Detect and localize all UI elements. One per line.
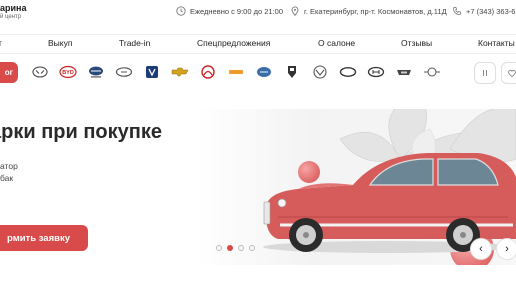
header: арина й центр Ежедневно с 9:00 до 21:00 … [0,0,516,28]
slide-dot-3[interactable] [238,245,244,251]
chevron-left-icon: ‹ [479,243,483,255]
phone-text: +7 (343) 363-6 [466,6,516,16]
nav-item-trade-in[interactable]: Trade-in [119,38,150,48]
nav-item-buyout[interactable]: Выкуп [48,38,72,48]
nav-item-catalog[interactable]: т [0,38,2,48]
address[interactable]: г. Екатеринбург, пр-т. Космонавтов, д.11… [290,6,447,16]
header-divider [0,34,516,35]
chevrolet-icon[interactable] [170,64,190,80]
hawtai-icon[interactable] [310,64,330,80]
prev-slide-button[interactable]: ‹ [470,238,492,260]
hero-benefit-1: атор [0,161,18,171]
catalog-button[interactable]: ог [0,62,18,83]
dongfeng-icon[interactable] [198,64,218,80]
chevron-right-icon: › [505,243,509,255]
nav-divider [0,53,516,54]
favorites-button[interactable] [501,62,516,84]
nav-item-special-offers[interactable]: Спецпредложения [197,38,270,48]
nav-item-contacts[interactable]: Контакты [478,38,515,48]
slide-dot-2[interactable] [227,245,233,251]
slide-dot-4[interactable] [249,245,255,251]
nav-item-reviews[interactable]: Отзывы [401,38,432,48]
location-pin-icon [291,6,299,16]
working-hours-text: Ежедневно с 9:00 до 21:00 [190,6,284,16]
brands-scroll-button[interactable] [474,62,496,84]
changan-icon[interactable] [142,64,162,80]
brilliance-icon[interactable] [86,64,106,80]
hyundai-icon[interactable] [366,64,386,80]
clock-icon [176,6,186,16]
lifan-icon[interactable] [30,64,50,80]
jaguar-icon[interactable] [422,64,442,80]
submit-request-button[interactable]: рмить заявку [0,225,88,251]
pause-icon [483,70,487,76]
great-wall-icon[interactable] [282,64,302,80]
brand-subtitle: й центр [0,14,22,20]
hero-title: арки при покупке [0,121,162,143]
faw-icon[interactable] [226,64,246,80]
hero-benefit-2: бак [0,173,14,183]
phone-icon [452,6,462,16]
brand-title[interactable]: арина [0,3,26,13]
address-text: г. Екатеринбург, пр-т. Космонавтов, д.11… [304,6,447,16]
working-hours: Ежедневно с 9:00 до 21:00 [176,6,283,16]
chery-icon[interactable] [114,64,134,80]
slide-dot-1[interactable] [216,245,222,251]
next-slide-button[interactable]: › [496,238,516,260]
heart-icon [508,69,516,78]
nav-item-about[interactable]: О салоне [318,38,355,48]
phone[interactable]: +7 (343) 363-6 [452,6,515,16]
svg-text:BYD: BYD [62,70,74,76]
byd-icon[interactable]: BYD [58,64,78,80]
geely-icon[interactable] [254,64,274,80]
haval-icon[interactable] [338,64,358,80]
jac-icon[interactable] [394,64,414,80]
hero-banner: арки при покупке атор бак рмить заявку ‹… [0,109,516,265]
